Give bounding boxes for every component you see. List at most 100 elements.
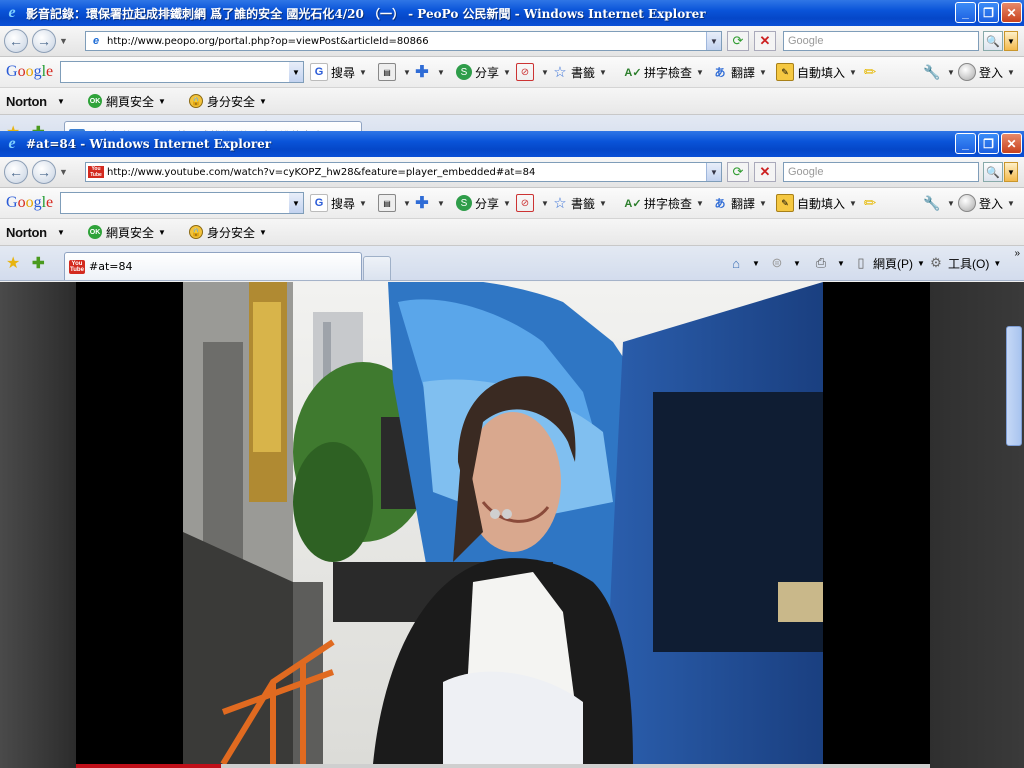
back-arrow-icon[interactable]: ← xyxy=(4,160,28,184)
back-address-bar[interactable]: e http://www.peopo.org/portal.php?op=vie… xyxy=(85,31,722,51)
safe-web-button[interactable]: OK 網頁安全 ▼ xyxy=(88,93,166,110)
google-logo: Google xyxy=(6,63,54,80)
share-button[interactable]: S 分享 ▼ xyxy=(456,195,511,212)
translate-button[interactable]: あ翻譯 ▼ xyxy=(712,64,767,81)
spellcheck-button[interactable]: A✓ 拼字檢查 ▼ xyxy=(624,64,704,81)
new-tab-button[interactable] xyxy=(363,256,391,280)
share-icon: S xyxy=(456,64,472,80)
autofill-button[interactable]: ✎ 自動填入 ▼ xyxy=(776,194,857,212)
back-browser-window[interactable]: e 影音記錄：環保署拉起成排鐵刺網 爲了誰的安全 國光石化4/20 （一） - … xyxy=(0,0,1024,140)
video-progress-bar[interactable] xyxy=(76,764,930,768)
spellcheck-button[interactable]: A✓ 拼字檢查 ▼ xyxy=(624,195,704,212)
autofill-button[interactable]: ✎ 自動填入 ▼ xyxy=(776,63,857,81)
ie-page-icon: e xyxy=(92,35,100,47)
login-button[interactable]: 登入 ▼ xyxy=(958,194,1015,212)
recent-pages-dropdown[interactable]: ▼ xyxy=(59,167,68,177)
restore-button[interactable]: ❐ xyxy=(978,2,999,23)
page-options-button[interactable]: ▤ ▼ xyxy=(378,63,411,81)
address-dropdown-icon[interactable]: ▼ xyxy=(706,163,721,181)
translate-icon: あ xyxy=(714,67,726,79)
close-button[interactable]: ✕ xyxy=(1001,2,1022,23)
add-button[interactable]: ✚ ▼ xyxy=(414,64,445,81)
search-magnifier-icon[interactable]: 🔍 xyxy=(983,162,1003,182)
video-frame[interactable] xyxy=(183,282,823,764)
popup-blocker-icon: ⊘ xyxy=(516,194,534,212)
stop-icon[interactable]: ✕ xyxy=(754,31,776,51)
restore-button[interactable]: ❐ xyxy=(978,133,999,154)
translate-button[interactable]: あ翻譯 ▼ xyxy=(712,195,767,212)
add-button[interactable]: ✚ ▼ xyxy=(414,195,445,212)
norton-logo[interactable]: Norton xyxy=(6,94,47,109)
home-button[interactable]: ⌂ ▼ xyxy=(727,255,760,271)
norton-dropdown-icon[interactable]: ▼ xyxy=(57,228,65,237)
search-options-dropdown[interactable]: ▼ xyxy=(1004,31,1018,51)
highlight-button[interactable]: ✏ xyxy=(862,64,881,81)
vertical-scrollbar-thumb[interactable] xyxy=(1006,326,1022,446)
stop-icon[interactable]: ✕ xyxy=(754,162,776,182)
bookmarks-button[interactable]: ☆ 書籤 ▼ xyxy=(552,64,607,81)
forward-arrow-icon[interactable]: → xyxy=(32,160,56,184)
popup-blocker-button[interactable]: ⊘ ▼ xyxy=(516,194,549,212)
toolbar-settings-button[interactable]: 🔧 ▼ xyxy=(923,64,955,80)
login-button[interactable]: 登入 ▼ xyxy=(958,63,1015,81)
rss-icon: ⊜ xyxy=(771,255,783,270)
search-magnifier-icon[interactable]: 🔍 xyxy=(983,31,1003,51)
feeds-button[interactable]: ⊜ ▼ xyxy=(768,255,801,271)
back-arrow-icon[interactable]: ← xyxy=(4,29,28,53)
close-button[interactable]: ✕ xyxy=(1001,133,1022,154)
norton-logo[interactable]: Norton xyxy=(6,225,47,240)
front-window-title: #at=84 - Windows Internet Explorer xyxy=(26,137,272,151)
google-search-input[interactable]: ▼ xyxy=(60,61,304,83)
search-options-dropdown[interactable]: ▼ xyxy=(1004,162,1018,182)
front-url-text: http://www.youtube.com/watch?v=cyKOPZ_hw… xyxy=(107,166,536,178)
front-window-titlebar[interactable]: e #at=84 - Windows Internet Explorer _ ❐… xyxy=(0,131,1024,157)
page-viewport xyxy=(0,282,1024,768)
tools-menu-button[interactable]: ⚙ 工具(O) ▼ xyxy=(927,255,1001,272)
front-search-input[interactable]: Google xyxy=(783,162,979,182)
google-search-button[interactable]: G 搜尋 ▼ xyxy=(310,63,367,81)
identity-safe-button[interactable]: 🔒 身分安全 ▼ xyxy=(189,224,267,241)
forward-arrow-icon[interactable]: → xyxy=(32,29,56,53)
share-button[interactable]: S 分享 ▼ xyxy=(456,64,511,81)
google-logo: Google xyxy=(6,194,54,211)
front-active-tab[interactable]: You Tube #at=84 xyxy=(64,252,362,280)
safe-web-button[interactable]: OK 網頁安全 ▼ xyxy=(88,224,166,241)
print-button[interactable]: ⎙ ▼ xyxy=(812,255,845,271)
highlighter-icon: ✏ xyxy=(863,64,877,81)
minimize-button[interactable]: _ xyxy=(955,133,976,154)
plus-icon: ✚ xyxy=(415,64,429,81)
popup-blocker-button[interactable]: ⊘ ▼ xyxy=(516,63,549,81)
google-search-button[interactable]: G 搜尋 ▼ xyxy=(310,194,367,212)
bookmarks-button[interactable]: ☆ 書籤 ▼ xyxy=(552,195,607,212)
front-address-bar[interactable]: You Tube http://www.youtube.com/watch?v=c… xyxy=(85,162,722,182)
page-left-background xyxy=(0,282,76,768)
refresh-icon[interactable]: ⟳ xyxy=(727,162,749,182)
front-google-toolbar: Google ▼ G 搜尋 ▼ ▤ ▼ ✚ ▼ S 分享 ▼ ⊘ ▼ ☆ 書籤 ▼ A✓ 拼字檢查 ▼… xyxy=(0,188,1024,219)
back-window-titlebar[interactable]: e 影音記錄：環保署拉起成排鐵刺網 爲了誰的安全 國光石化4/20 （一） - … xyxy=(0,0,1024,26)
refresh-icon[interactable]: ⟳ xyxy=(727,31,749,51)
video-player[interactable] xyxy=(76,282,930,768)
page-options-button[interactable]: ▤ ▼ xyxy=(378,194,411,212)
minimize-button[interactable]: _ xyxy=(955,2,976,23)
user-circle-icon xyxy=(958,63,976,81)
front-address-row: ← → ▼ You Tube http://www.youtube.com/wat… xyxy=(0,157,1024,188)
norton-dropdown-icon[interactable]: ▼ xyxy=(57,97,65,106)
highlight-button[interactable]: ✏ xyxy=(862,195,881,212)
add-favorites-icon[interactable]: ✚ xyxy=(32,254,45,272)
toolbar-settings-button[interactable]: 🔧 ▼ xyxy=(923,195,955,211)
back-search-input[interactable]: Google xyxy=(783,31,979,51)
printer-icon: ⎙ xyxy=(815,255,827,270)
back-url-text: http://www.peopo.org/portal.php?op=viewP… xyxy=(107,35,429,47)
front-tab-row: ★ ✚ You Tube #at=84 ⌂ ▼ ⊜ ▼ ⎙ ▼ ▯ 網頁(P) ▼ ⚙ 工具(… xyxy=(0,246,1024,281)
identity-safe-button[interactable]: 🔒 身分安全 ▼ xyxy=(189,93,267,110)
address-dropdown-icon[interactable]: ▼ xyxy=(706,32,721,50)
google-search-input[interactable]: ▼ xyxy=(60,192,304,214)
front-browser-window[interactable]: e #at=84 - Windows Internet Explorer _ ❐… xyxy=(0,131,1024,768)
page-menu-button[interactable]: ▯ 網頁(P) ▼ xyxy=(852,255,925,272)
recent-pages-dropdown[interactable]: ▼ xyxy=(59,36,68,46)
popup-blocker-icon: ⊘ xyxy=(516,63,534,81)
chevron-overflow-icon[interactable]: » xyxy=(1014,248,1020,259)
autofill-icon: ✎ xyxy=(776,63,794,81)
spellcheck-icon: A✓ xyxy=(624,197,642,210)
favorites-star-icon[interactable]: ★ xyxy=(6,253,20,273)
